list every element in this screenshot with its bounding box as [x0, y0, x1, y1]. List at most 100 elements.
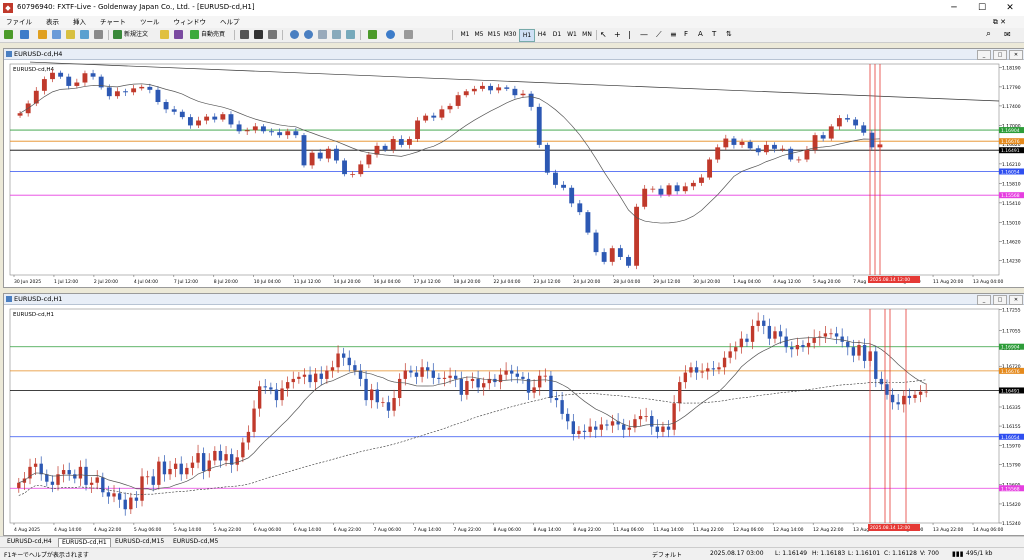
strategy-tester-icon[interactable]: [94, 30, 103, 39]
zoom-out-icon[interactable]: [304, 30, 313, 39]
tf-mn[interactable]: MN: [580, 29, 594, 40]
x-tick-label: 4 Jul 04:00: [134, 279, 158, 285]
tf-m30[interactable]: M30: [503, 29, 517, 40]
crosshair-icon[interactable]: +: [614, 29, 621, 40]
tab-eurusd-h4[interactable]: EURUSD-cd,H4: [4, 538, 55, 546]
equidistant-channel-icon[interactable]: ≡: [670, 29, 677, 40]
label-icon[interactable]: T: [712, 29, 716, 40]
menu-view[interactable]: 表示: [46, 16, 59, 28]
candle-body: [106, 87, 112, 97]
candle-body: [538, 375, 542, 388]
text-icon[interactable]: A: [698, 29, 703, 40]
maximize-button[interactable]: ☐: [968, 0, 996, 16]
candle-body: [33, 463, 38, 467]
candle-body: [661, 426, 665, 432]
arrows-icon[interactable]: ⇅: [726, 29, 732, 40]
chart-close-button[interactable]: ✕: [1009, 295, 1023, 305]
x-tick-label: 5 Aug 20:00: [813, 279, 841, 285]
candle-body: [784, 336, 788, 348]
candle-body: [902, 395, 906, 405]
tab-eurusd-h1[interactable]: EURUSD-cd,H1: [58, 538, 111, 547]
close-button[interactable]: ✕: [996, 0, 1024, 16]
tab-eurusd-m5[interactable]: EURUSD-cd,M5: [170, 538, 221, 546]
tf-h4[interactable]: H4: [535, 29, 549, 40]
auto-trading-button[interactable]: 自動売買: [201, 29, 225, 40]
metaeditor-icon[interactable]: [160, 30, 169, 39]
tf-w1[interactable]: W1: [565, 29, 579, 40]
candle-body: [463, 91, 469, 96]
candlestick-chart-h1[interactable]: EURUSD-cd,H11.172551.170551.168901.16720…: [4, 305, 1024, 535]
signals-icon[interactable]: [174, 30, 183, 39]
chart-window-h1-titlebar[interactable]: EURUSD-cd,H1 _ □ ✕: [4, 294, 1024, 305]
new-order-icon[interactable]: [113, 30, 122, 39]
menu-file[interactable]: ファイル: [6, 16, 32, 28]
candle-body: [874, 351, 878, 379]
status-profile: デフォルト: [652, 552, 683, 559]
autoscroll-icon[interactable]: [332, 30, 341, 39]
candle-body: [755, 148, 761, 153]
tf-m1[interactable]: M1: [458, 29, 472, 40]
chart-close-button[interactable]: ✕: [1009, 50, 1023, 60]
profiles-icon[interactable]: [20, 30, 29, 39]
periods-icon[interactable]: [386, 30, 395, 39]
horizontal-line-icon[interactable]: —: [640, 29, 648, 40]
candle-body: [706, 368, 710, 372]
zoom-in-icon[interactable]: [290, 30, 299, 39]
candle-body: [756, 320, 760, 326]
menu-window[interactable]: ウィンドウ: [173, 16, 206, 28]
vertical-line-icon[interactable]: |: [628, 29, 631, 40]
chart-window-h4-titlebar[interactable]: EURUSD-cd,H4 _ □ ✕: [4, 49, 1024, 60]
time-marker-label: 2025.08.14 12:00: [870, 525, 910, 531]
cursor-icon[interactable]: ↖: [600, 29, 607, 40]
candle-body: [129, 497, 133, 510]
new-order-button[interactable]: 新規注文: [124, 29, 148, 40]
menu-insert[interactable]: 挿入: [73, 16, 86, 28]
chart-shift-icon[interactable]: [346, 30, 355, 39]
new-chart-icon[interactable]: [4, 30, 13, 39]
candlestick-icon[interactable]: [254, 30, 263, 39]
menu-chart[interactable]: チャート: [100, 16, 126, 28]
chart-window-h1: EURUSD-cd,H1 _ □ ✕ EURUSD-cd,H1 1.17255 1.17…: [3, 293, 1024, 536]
y-tick-label: 1.14230: [1002, 258, 1021, 264]
indicators-icon[interactable]: [368, 30, 377, 39]
candle-body: [241, 442, 245, 458]
tf-m15[interactable]: M15: [487, 29, 501, 40]
y-tick-label: 1.17790: [1002, 85, 1021, 91]
candle-body: [650, 188, 656, 190]
candlestick-chart-h4[interactable]: EURUSD-cd,H4 1.181901.177901.174001.17000…: [4, 60, 1024, 287]
mdi-restore-button[interactable]: ⧉ ✕: [993, 16, 1006, 28]
trendline-icon[interactable]: ⟋: [656, 29, 662, 40]
chart-maximize-button[interactable]: □: [993, 50, 1007, 60]
candle-body: [829, 333, 833, 335]
chat-icon[interactable]: ✉: [1004, 29, 1011, 40]
x-tick-label: 5 Aug 22:00: [214, 527, 242, 533]
auto-trading-icon[interactable]: [190, 30, 199, 39]
menu-help[interactable]: ヘルプ: [220, 16, 240, 28]
tile-windows-icon[interactable]: [318, 30, 327, 39]
data-window-icon[interactable]: [52, 30, 61, 39]
status-open: L: 1.16149: [775, 550, 808, 557]
candle-body: [302, 374, 307, 377]
candle-body: [291, 378, 295, 383]
minimize-button[interactable]: ─: [940, 0, 968, 16]
candle-body: [577, 430, 581, 435]
terminal-icon[interactable]: [80, 30, 89, 39]
chart-minimize-button[interactable]: _: [977, 50, 991, 60]
tf-d1[interactable]: D1: [550, 29, 564, 40]
tab-eurusd-m15[interactable]: EURUSD-cd,M15: [112, 538, 167, 546]
market-watch-icon[interactable]: [38, 30, 47, 39]
search-icon[interactable]: ⌕: [986, 29, 991, 40]
x-tick-label: 8 Jul 20:00: [214, 279, 238, 285]
candle-body: [366, 154, 372, 165]
tf-h1[interactable]: H1: [519, 29, 535, 42]
navigator-icon[interactable]: [66, 30, 75, 39]
bar-chart-icon[interactable]: [240, 30, 249, 39]
chart-minimize-button[interactable]: _: [977, 295, 991, 305]
menu-tools[interactable]: ツール: [140, 16, 160, 28]
line-chart-icon[interactable]: [268, 30, 277, 39]
templates-icon[interactable]: [404, 30, 413, 39]
candle-body: [861, 125, 867, 133]
tf-m5[interactable]: M5: [472, 29, 486, 40]
chart-maximize-button[interactable]: □: [993, 295, 1007, 305]
fibonacci-icon[interactable]: F: [684, 29, 688, 40]
